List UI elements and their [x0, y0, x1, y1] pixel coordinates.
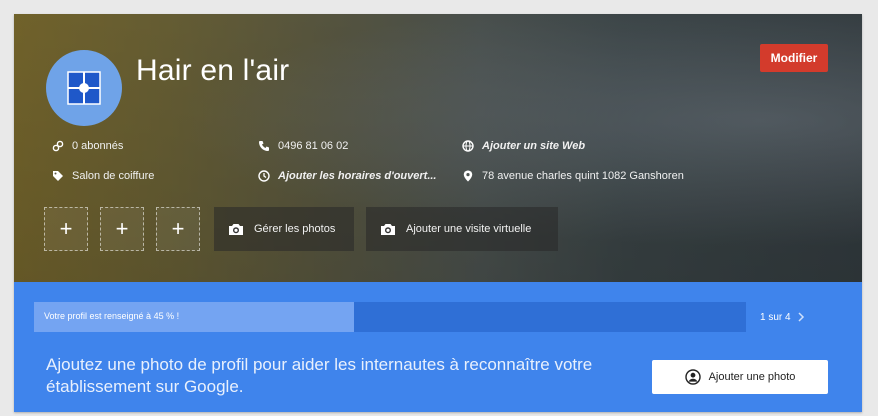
add-photo-slot[interactable]: +: [156, 207, 200, 251]
progress-label: Votre profil est renseigné à 45 % !: [44, 311, 180, 321]
subscribers-count: 0 abonnés: [72, 140, 124, 152]
tag-icon: [53, 171, 63, 181]
profile-completion-banner: Votre profil est renseigné à 45 % ! 1 su…: [14, 282, 862, 412]
phone-number: 0496 81 06 02: [278, 140, 349, 152]
add-website-link[interactable]: Ajouter un site Web: [462, 140, 585, 152]
add-hours-label: Ajouter les horaires d'ouvert...: [278, 170, 437, 182]
account-circle-icon: [684, 369, 701, 385]
clock-icon: [258, 170, 270, 182]
phone-icon: [259, 141, 269, 151]
address-text: 78 avenue charles quint 1082 Ganshoren: [482, 170, 684, 182]
add-photo-label: Ajouter une photo: [708, 371, 796, 383]
phone-info[interactable]: 0496 81 06 02: [258, 140, 348, 152]
pager-text: 1 sur 4: [760, 311, 791, 323]
subscribers-info[interactable]: 0 abonnés: [52, 140, 123, 152]
camera-icon: [229, 223, 243, 235]
suggestion-text: Ajoutez une photo de profil pour aider l…: [46, 355, 593, 396]
progress-bar: Votre profil est renseigné à 45 % !: [34, 302, 746, 332]
location-pin-icon: [463, 170, 473, 182]
edit-button[interactable]: Modifier: [760, 44, 828, 72]
category-info[interactable]: Salon de coiffure: [52, 170, 154, 182]
manage-photos-label: Gérer les photos: [254, 223, 336, 235]
avatar[interactable]: [46, 50, 122, 126]
add-hours-link[interactable]: Ajouter les horaires d'ouvert...: [258, 170, 437, 182]
category-label: Salon de coiffure: [72, 170, 155, 182]
chevron-right-icon[interactable]: [797, 312, 805, 322]
add-photo-button[interactable]: Ajouter une photo: [652, 360, 828, 394]
business-logo-icon: [67, 71, 101, 105]
link-icon: [52, 140, 64, 152]
manage-photos-button[interactable]: Gérer les photos: [214, 207, 354, 251]
address-info[interactable]: 78 avenue charles quint 1082 Ganshoren: [462, 170, 684, 182]
add-photo-slot[interactable]: +: [100, 207, 144, 251]
add-website-label: Ajouter un site Web: [482, 140, 586, 152]
business-name: Hair en l'air: [136, 54, 290, 87]
cover-photo-area: Hair en l'air Modifier 0 abonnés Salon d…: [14, 14, 862, 282]
camera-icon: [381, 223, 395, 235]
suggestion-pager[interactable]: 1 sur 4: [760, 302, 805, 332]
add-virtual-tour-button[interactable]: Ajouter une visite virtuelle: [366, 207, 558, 251]
add-virtual-tour-label: Ajouter une visite virtuelle: [406, 223, 532, 235]
add-photo-slot[interactable]: +: [44, 207, 88, 251]
globe-icon: [462, 140, 474, 152]
business-profile-card: Hair en l'air Modifier 0 abonnés Salon d…: [14, 14, 862, 412]
